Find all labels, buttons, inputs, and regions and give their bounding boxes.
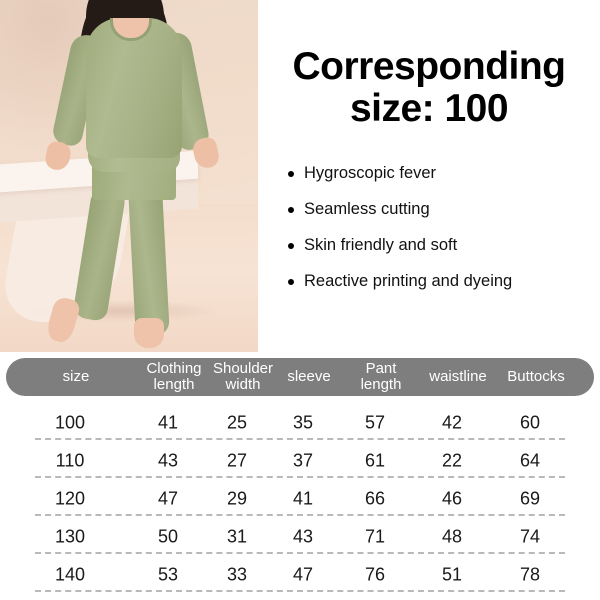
table-row: 140 53 33 47 76 51 78 <box>0 556 600 594</box>
column-header-clothing-length: Clothing length <box>146 360 202 393</box>
cell-shoulder-width: 27 <box>226 450 248 471</box>
row-divider <box>35 590 565 592</box>
feature-label: Reactive printing and dyeing <box>304 271 513 290</box>
cell-shoulder-width: 31 <box>226 526 248 547</box>
feature-list: Hygroscopic fever Seamless cutting Skin … <box>258 130 600 291</box>
feature-label: Seamless cutting <box>304 200 430 219</box>
cell-buttocks: 74 <box>519 526 541 547</box>
cell-sleeve: 35 <box>292 412 314 433</box>
column-header-sleeve: sleeve <box>287 368 331 386</box>
cell-size: 140 <box>54 564 86 585</box>
cell-pant-length: 71 <box>364 526 386 547</box>
cell-shoulder-width: 29 <box>226 488 248 509</box>
column-header-buttocks: Buttocks <box>507 368 565 386</box>
cell-shoulder-width: 33 <box>226 564 248 585</box>
cell-clothing-length: 50 <box>157 526 179 547</box>
cell-clothing-length: 47 <box>157 488 179 509</box>
cell-pant-length: 57 <box>364 412 386 433</box>
cell-size: 130 <box>54 526 86 547</box>
cell-pant-length: 66 <box>364 488 386 509</box>
cell-sleeve: 37 <box>292 450 314 471</box>
cell-size: 120 <box>54 488 86 509</box>
cell-buttocks: 78 <box>519 564 541 585</box>
cell-pant-length: 61 <box>364 450 386 471</box>
product-photo <box>0 0 258 352</box>
cell-shoulder-width: 25 <box>226 412 248 433</box>
page-title: Corresponding size: 100 <box>292 45 567 131</box>
cell-waistline: 22 <box>441 450 463 471</box>
cell-pant-length: 76 <box>364 564 386 585</box>
cell-waistline: 48 <box>441 526 463 547</box>
cell-sleeve: 43 <box>292 526 314 547</box>
cell-sleeve: 47 <box>292 564 314 585</box>
column-header-pant-length: Pant length <box>360 360 402 393</box>
table-row: 120 47 29 41 66 46 69 <box>0 480 600 518</box>
row-divider <box>35 438 565 440</box>
bullet-icon <box>288 278 294 285</box>
size-chart-header-row: size Clothing length Shoulder width slee… <box>6 358 594 396</box>
product-hero-section: Corresponding size: 100 Hygroscopic feve… <box>0 0 600 352</box>
cell-sleeve: 41 <box>292 488 314 509</box>
cell-clothing-length: 41 <box>157 412 179 433</box>
cell-buttocks: 64 <box>519 450 541 471</box>
row-divider <box>35 514 565 516</box>
cell-clothing-length: 43 <box>157 450 179 471</box>
cell-waistline: 42 <box>441 412 463 433</box>
bullet-icon <box>288 207 294 214</box>
cell-clothing-length: 53 <box>157 564 179 585</box>
feature-label: Skin friendly and soft <box>304 235 458 254</box>
list-item: Skin friendly and soft <box>288 235 600 256</box>
cell-buttocks: 69 <box>519 488 541 509</box>
bullet-icon <box>288 171 294 178</box>
column-header-shoulder-width: Shoulder width <box>212 360 274 393</box>
feature-label: Hygroscopic fever <box>304 164 437 183</box>
cell-buttocks: 60 <box>519 412 541 433</box>
table-row: 110 43 27 37 61 22 64 <box>0 442 600 480</box>
product-info-panel: Corresponding size: 100 Hygroscopic feve… <box>258 0 600 352</box>
row-divider <box>35 476 565 478</box>
column-header-waistline: waistline <box>429 368 487 386</box>
cell-waistline: 46 <box>441 488 463 509</box>
table-row: 130 50 31 43 71 48 74 <box>0 518 600 556</box>
size-chart: size Clothing length Shoulder width slee… <box>0 352 600 600</box>
cell-waistline: 51 <box>441 564 463 585</box>
list-item: Seamless cutting <box>288 200 600 220</box>
table-row: 100 41 25 35 57 42 60 <box>0 404 600 442</box>
row-divider <box>35 552 565 554</box>
list-item: Reactive printing and dyeing <box>288 271 600 292</box>
cell-size: 110 <box>55 450 85 471</box>
column-header-size: size <box>62 368 90 386</box>
bullet-icon <box>288 242 294 249</box>
cell-size: 100 <box>54 412 86 433</box>
model-foot-right <box>134 318 164 348</box>
list-item: Hygroscopic fever <box>288 164 600 184</box>
